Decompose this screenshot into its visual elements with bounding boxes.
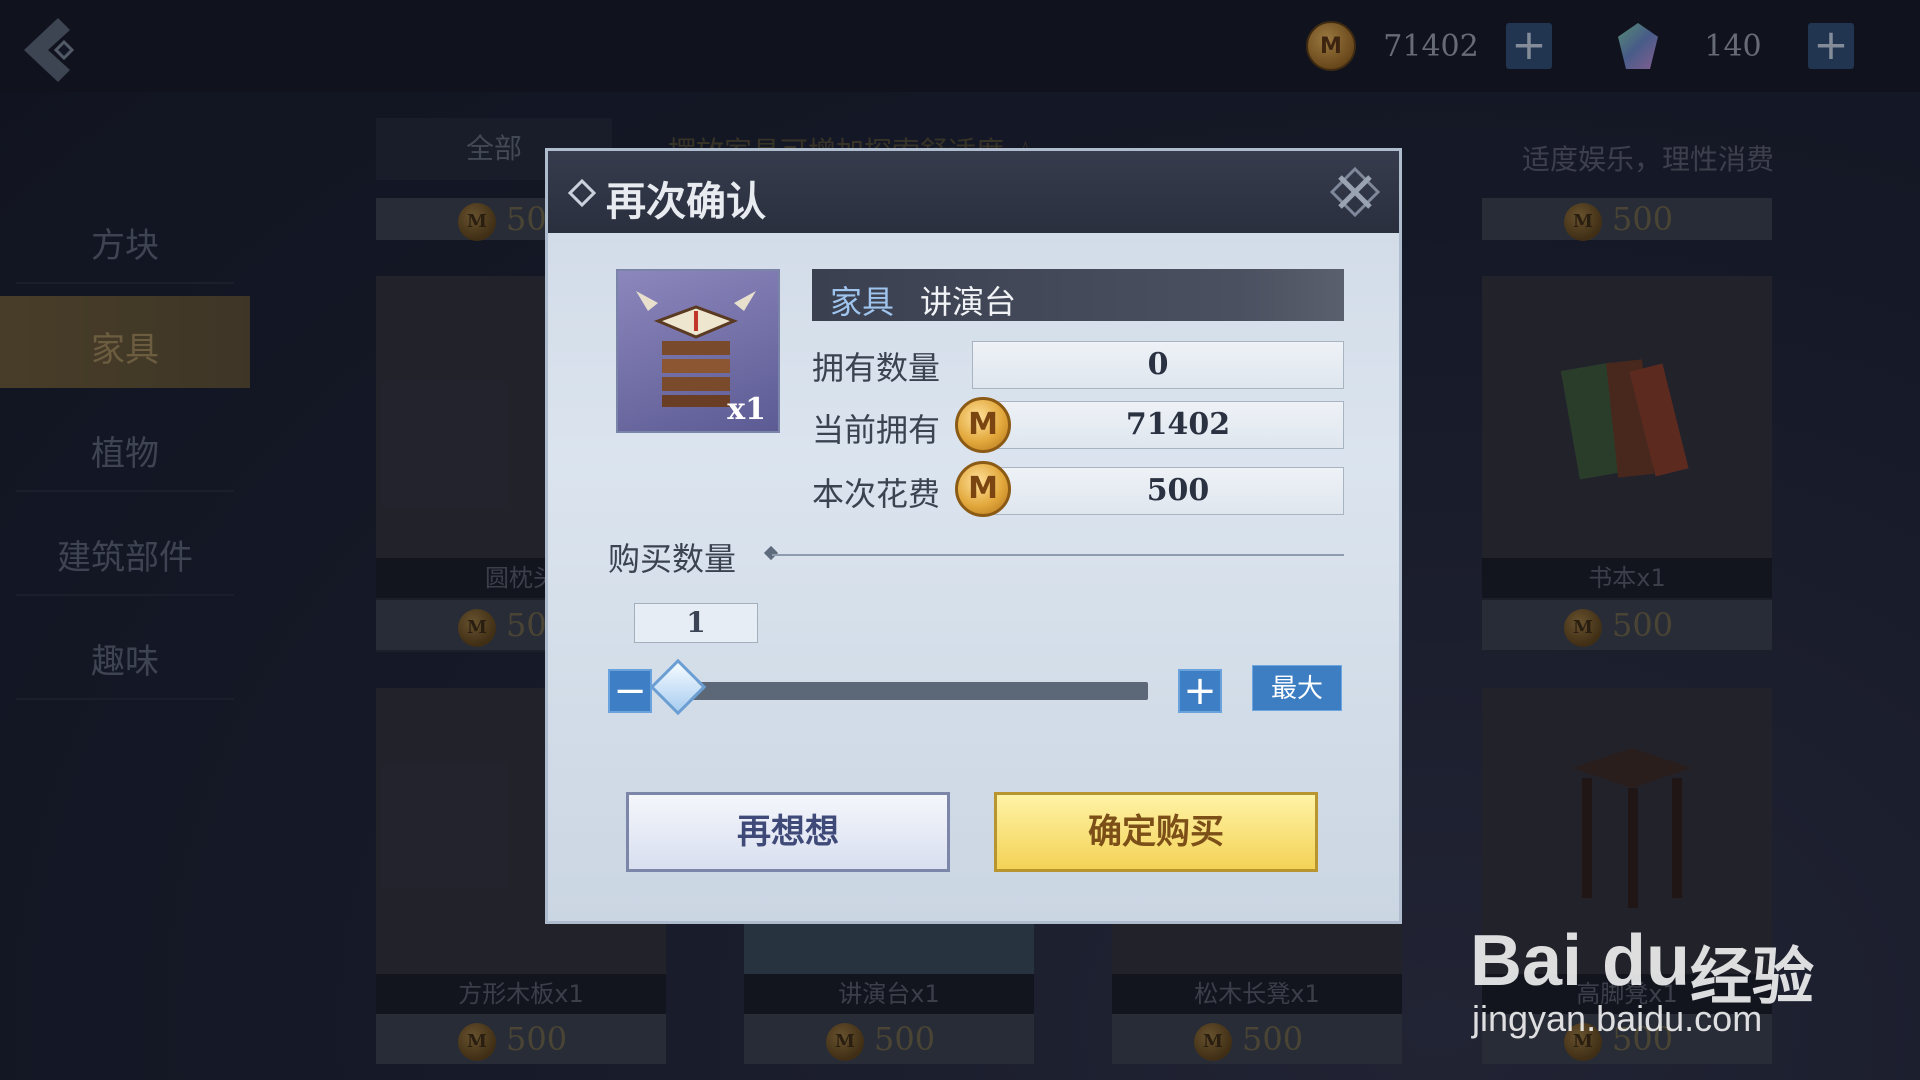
item-name: 讲演台 [920,283,1017,321]
diamond-icon [567,178,597,208]
coin-icon: M [955,461,1011,517]
quantity-field[interactable]: 1 [634,603,758,643]
purchase-confirm-dialog: 再次确认 x1 家具 讲演台 拥有数量 0 当前拥有 71402 M 本次花费 [545,148,1402,924]
item-category: 家具 [830,283,895,321]
guide-dot [763,545,779,561]
buy-quantity-label: 购买数量 [608,540,737,578]
close-icon[interactable] [1328,165,1382,219]
dialog-title: 再次确认 [606,179,766,225]
watermark: Bai du 经验 jingyan.baidu.com [1470,880,1890,1040]
item-quantity-badge: x1 [727,392,766,427]
cancel-button[interactable]: 再想想 [626,792,950,872]
watermark-url: jingyan.baidu.com [1472,998,1763,1039]
cost-label: 本次花费 [812,475,941,513]
owned-label: 拥有数量 [812,349,941,387]
coin-icon: M [955,397,1011,453]
cost-value: 500 [972,467,1344,515]
quantity-slider-handle[interactable] [649,658,707,716]
dialog-header: 再次确认 [548,151,1399,233]
owned-value: 0 [972,341,1344,389]
watermark-brand: Bai du [1470,921,1691,1001]
item-thumbnail: x1 [616,269,780,433]
current-balance-label: 当前拥有 [812,411,941,449]
increase-button[interactable]: + [1178,669,1222,713]
divider [772,554,1344,556]
decrease-button[interactable]: − [608,669,652,713]
item-name-bar: 家具 讲演台 [812,269,1344,321]
current-balance-value: 71402 [972,401,1344,449]
confirm-purchase-button[interactable]: 确定购买 [994,792,1318,872]
quantity-slider-track[interactable] [678,682,1148,700]
max-button[interactable]: 最大 [1252,665,1342,711]
